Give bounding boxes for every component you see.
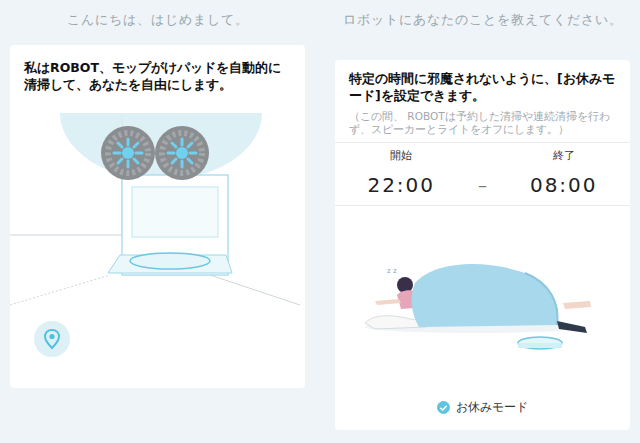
sleep-illustration: z z [335, 206, 630, 399]
sleep-note: （この間、 ROBOTは予約した清掃や連続清掃を行わず、スピーカーとライトをオフ… [335, 104, 630, 142]
end-label: 終了 [553, 149, 575, 163]
onboarding-screen: こんにちは、はじめまして。私はROBOT、モップがけパッドを自動的に清掃して、あ… [0, 0, 640, 443]
start-label: 開始 [390, 149, 412, 163]
sleep-mode-label: お休みモード [456, 399, 528, 416]
sleep-description: 特定の時間に邪魔されないように、[お休みモード]を設定できます。 [335, 70, 630, 104]
check-icon[interactable] [437, 401, 450, 414]
start-slot[interactable]: 開始 22:00 [335, 149, 468, 197]
start-time[interactable]: 22:00 [367, 173, 435, 197]
svg-text:z z: z z [387, 267, 397, 275]
sleeping-person-icon: z z [335, 243, 630, 363]
location-button[interactable] [10, 321, 305, 361]
time-separator: – [468, 173, 498, 197]
sleep-heading: ロボットにあなたのことを教えてください。 [335, 0, 630, 60]
sleep-column: ロボットにあなたのことを教えてください。特定の時間に邪魔されないように、[お休み… [320, 0, 640, 443]
location-pin-icon [34, 321, 70, 357]
sleep-mode-option[interactable]: お休みモード [335, 399, 630, 430]
end-slot[interactable]: 終了 08:00 [498, 149, 631, 197]
intro-column: こんにちは、はじめまして。私はROBOT、モップがけパッドを自動的に清掃して、あ… [0, 0, 320, 443]
robot-dock-icon [10, 95, 305, 335]
intro-card: 私はROBOT、モップがけパッドを自動的に清掃して、あなたを自由にします。 [10, 45, 305, 388]
sleep-card: 特定の時間に邪魔されないように、[お休みモード]を設定できます。（この間、 RO… [335, 60, 630, 430]
schedule-picker[interactable]: 開始 22:00 – 終了 08:00 [335, 142, 630, 206]
intro-heading: こんにちは、はじめまして。 [10, 0, 305, 45]
intro-text: 私はROBOT、モップがけパッドを自動的に清掃して、あなたを自由にします。 [10, 59, 305, 93]
end-time[interactable]: 08:00 [530, 173, 598, 197]
